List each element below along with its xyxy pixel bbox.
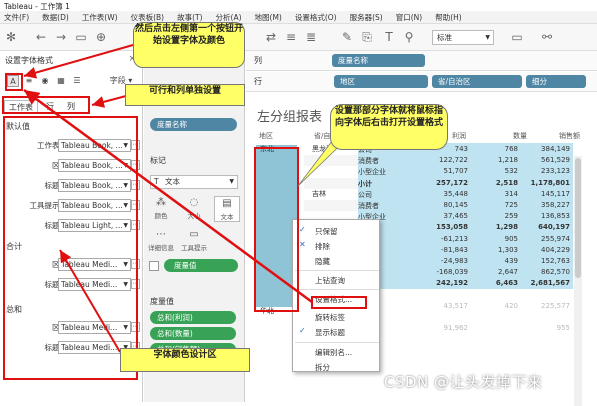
callout-font-color-area: 字体颜色设计区: [120, 348, 250, 372]
callout-right-click-format: 设置那部分字体就将鼠标指向字体后右击打开设置格式: [330, 104, 448, 150]
callout-font-button: 然后点击左侧第一个按钮开始设置字体及颜色: [133, 22, 245, 68]
callout-rows-columns: 可行和列单独设置: [125, 84, 245, 106]
watermark: CSDN @让头发掉下来: [384, 373, 543, 391]
annotation-arrows: [23, 44, 359, 353]
